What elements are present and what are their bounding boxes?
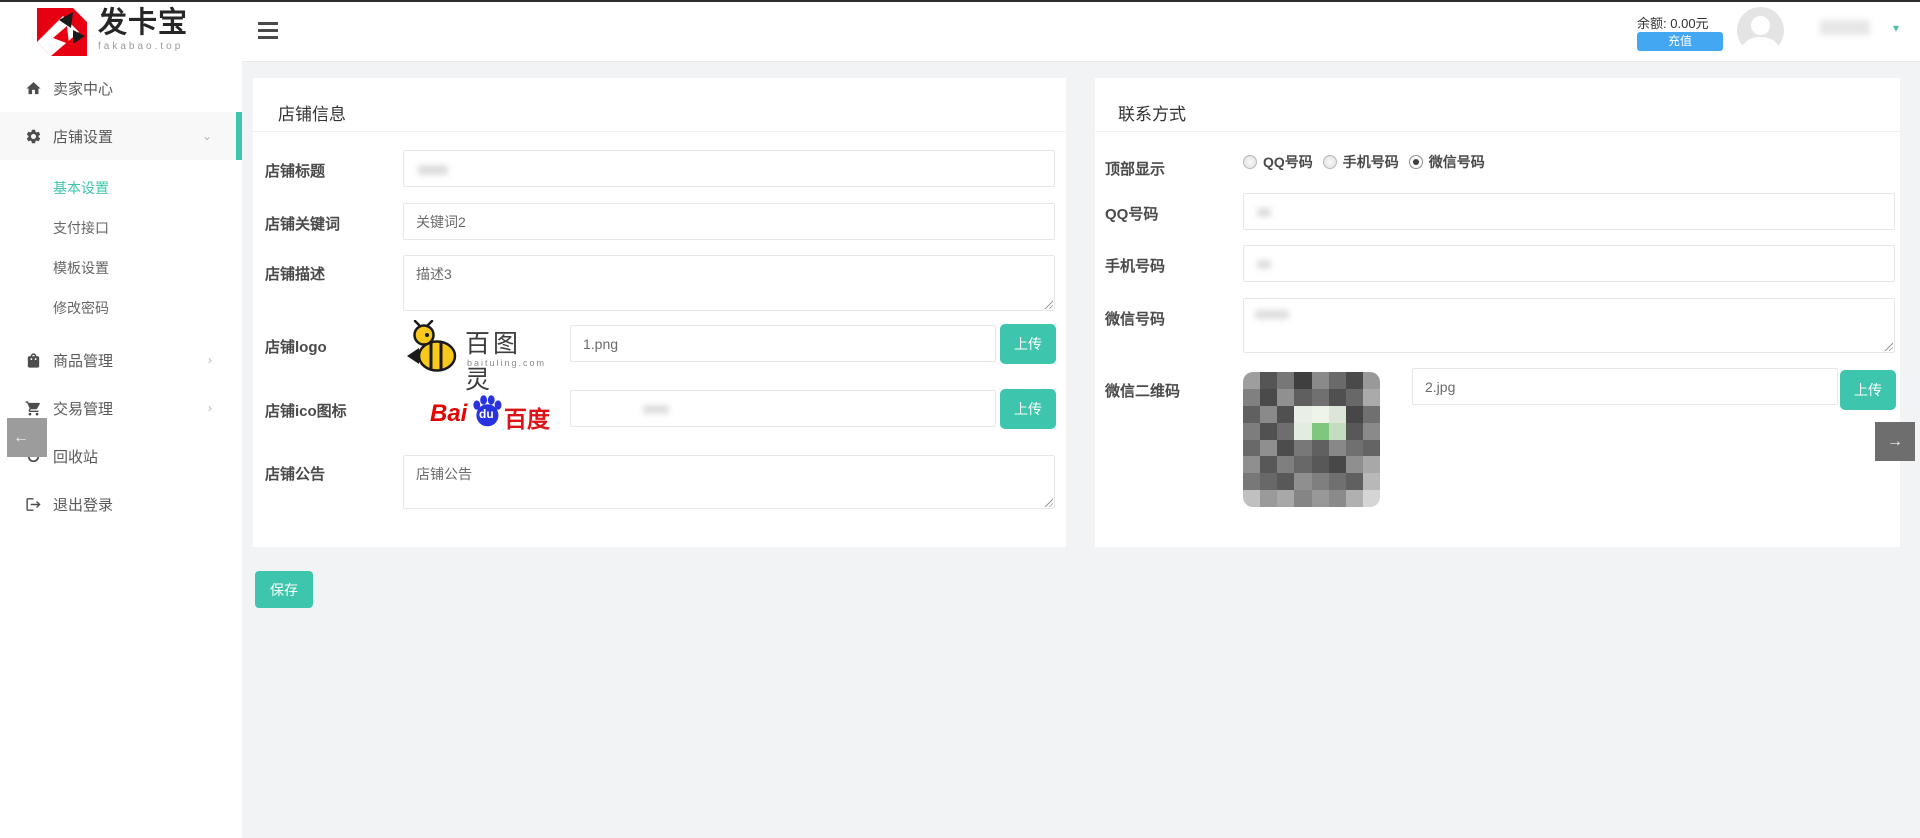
balance-label: 余额: xyxy=(1637,16,1667,31)
sidebar-item-product-management[interactable]: 商品管理 › xyxy=(0,336,242,384)
bee-logo-icon xyxy=(405,320,459,376)
divider xyxy=(253,131,1066,132)
radio-wechat-number[interactable]: 微信号码 xyxy=(1409,152,1485,172)
qq-number-label: QQ号码 xyxy=(1105,203,1158,224)
hamburger-menu-icon[interactable] xyxy=(258,22,280,40)
shop-settings-submenu: 基本设置 支付接口 模板设置 修改密码 xyxy=(0,160,242,336)
shop-keywords-input[interactable] xyxy=(403,203,1055,240)
shop-desc-textarea[interactable]: 描述3 xyxy=(403,255,1055,311)
shop-title-label: 店铺标题 xyxy=(265,160,325,181)
contact-card-title: 联系方式 xyxy=(1118,100,1186,125)
baituling-domain-text: baituling.com xyxy=(467,358,546,368)
sidebar-item-template-settings[interactable]: 模板设置 xyxy=(0,248,242,288)
shop-info-card-title: 店铺信息 xyxy=(278,100,346,125)
wechat-qrcode-image xyxy=(1243,372,1380,507)
shop-ico-label: 店铺ico图标 xyxy=(265,400,347,421)
shop-logo-upload-button[interactable]: 上传 xyxy=(1000,324,1056,364)
next-arrow-button[interactable]: → xyxy=(1875,422,1915,461)
top-display-label: 顶部显示 xyxy=(1105,158,1165,179)
radio-phone-number[interactable]: 手机号码 xyxy=(1323,152,1399,172)
logout-icon xyxy=(25,496,42,513)
qq-number-input[interactable] xyxy=(1243,193,1895,230)
sidebar-item-logout[interactable]: 退出登录 xyxy=(0,480,242,528)
prev-arrow-button[interactable]: ← xyxy=(7,418,47,457)
wechat-qrcode-label: 微信二维码 xyxy=(1105,380,1180,401)
avatar-bust-shape xyxy=(1742,37,1779,54)
sidebar-item-seller-center[interactable]: 卖家中心 xyxy=(0,64,242,112)
chevron-right-icon: › xyxy=(208,353,212,367)
wechat-number-textarea[interactable] xyxy=(1243,298,1895,353)
bag-icon xyxy=(25,352,42,369)
sidebar-item-shop-settings[interactable]: 店铺设置 ⌄ xyxy=(0,112,242,160)
balance-text: 余额: 0.00元 xyxy=(1637,13,1709,32)
balance-value: 0.00元 xyxy=(1670,16,1708,31)
sidebar-item-change-password[interactable]: 修改密码 xyxy=(0,288,242,328)
recharge-button[interactable]: 充值 xyxy=(1637,32,1723,51)
qrcode-upload-button[interactable]: 上传 xyxy=(1840,370,1896,410)
avatar[interactable] xyxy=(1737,7,1784,54)
avatar-head-shape xyxy=(1751,16,1770,35)
brand-title: 发卡宝 xyxy=(98,8,188,38)
baidu-cn-text: 百度 xyxy=(504,400,550,434)
chevron-right-icon: › xyxy=(208,401,212,415)
shop-logo-label: 店铺logo xyxy=(265,336,327,357)
contact-card: 联系方式 顶部显示 QQ号码 手机号码 微信号码 QQ号码 手机号码 微信号码 … xyxy=(1095,78,1900,547)
home-icon xyxy=(25,80,42,97)
cart-icon xyxy=(25,400,42,417)
shop-logo-filename-input[interactable] xyxy=(570,325,996,362)
gear-icon xyxy=(25,128,42,145)
shop-ico-preview-image: Bai du 百度 xyxy=(430,394,550,430)
shop-logo-preview-image: 百图灵 baituling.com xyxy=(403,318,543,378)
shop-notice-textarea[interactable]: 店铺公告 xyxy=(403,455,1055,509)
user-dropdown-caret-icon[interactable]: ▾ xyxy=(1893,21,1899,35)
phone-number-label: 手机号码 xyxy=(1105,255,1165,276)
divider xyxy=(1095,131,1900,132)
top-display-radio-group: QQ号码 手机号码 微信号码 xyxy=(1243,152,1485,172)
shop-notice-label: 店铺公告 xyxy=(265,463,325,484)
shop-ico-upload-button[interactable]: 上传 xyxy=(1000,389,1056,429)
sidebar-item-payment-interface[interactable]: 支付接口 xyxy=(0,208,242,248)
radio-circle-icon xyxy=(1409,155,1423,169)
shop-desc-label: 店铺描述 xyxy=(265,263,325,284)
sidebar-item-basic-settings[interactable]: 基本设置 xyxy=(0,168,242,208)
shop-keywords-label: 店铺关键词 xyxy=(265,213,340,234)
baidu-du-text: du xyxy=(479,407,494,421)
username-redacted xyxy=(1820,20,1870,35)
save-button[interactable]: 保存 xyxy=(255,571,313,608)
shop-title-input[interactable] xyxy=(403,150,1055,187)
wechat-number-label: 微信号码 xyxy=(1105,308,1165,329)
radio-circle-icon xyxy=(1323,155,1337,169)
shop-ico-filename-input[interactable] xyxy=(570,390,996,427)
topbar: 余额: 0.00元 充值 ▾ xyxy=(242,0,1920,62)
brand-logo[interactable]: 发卡宝 fakabao.top xyxy=(0,0,242,64)
brand-subtitle: fakabao.top xyxy=(98,41,188,52)
chevron-down-icon: ⌄ xyxy=(202,129,212,143)
window-top-edge xyxy=(0,0,1920,2)
fakabao-logo-icon xyxy=(33,4,91,60)
qrcode-filename-input[interactable] xyxy=(1412,368,1838,405)
radio-qq-number[interactable]: QQ号码 xyxy=(1243,152,1313,172)
baidu-bai-text: Bai xyxy=(430,400,467,428)
phone-number-input[interactable] xyxy=(1243,245,1895,282)
shop-info-card: 店铺信息 店铺标题 店铺关键词 店铺描述 描述3 店铺logo 百图灵 bait… xyxy=(253,78,1066,547)
radio-circle-icon xyxy=(1243,155,1257,169)
